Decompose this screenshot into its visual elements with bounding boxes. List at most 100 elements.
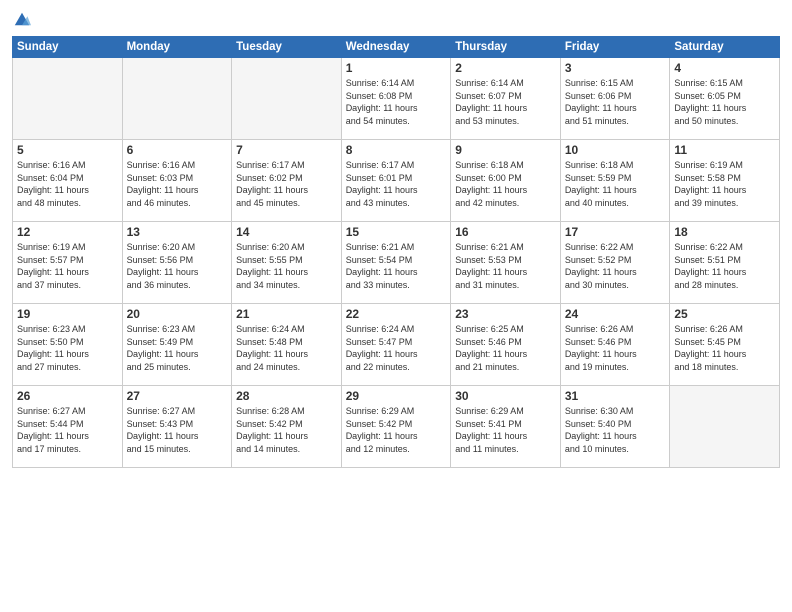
day-number: 30 bbox=[455, 389, 556, 403]
day-number: 7 bbox=[236, 143, 337, 157]
day-info: Sunrise: 6:27 AM Sunset: 5:44 PM Dayligh… bbox=[17, 405, 118, 455]
day-info: Sunrise: 6:20 AM Sunset: 5:56 PM Dayligh… bbox=[127, 241, 228, 291]
day-number: 2 bbox=[455, 61, 556, 75]
day-info: Sunrise: 6:26 AM Sunset: 5:45 PM Dayligh… bbox=[674, 323, 775, 373]
day-cell: 12 Sunrise: 6:19 AM Sunset: 5:57 PM Dayli… bbox=[13, 222, 123, 304]
day-cell: 8 Sunrise: 6:17 AM Sunset: 6:01 PM Daylig… bbox=[341, 140, 451, 222]
day-cell: 3Sunrise: 6:15 AM Sunset: 6:06 PM Daylig… bbox=[560, 58, 670, 140]
day-cell: 13 Sunrise: 6:20 AM Sunset: 5:56 PM Dayli… bbox=[122, 222, 232, 304]
day-number: 12 bbox=[17, 225, 118, 239]
day-info: Sunrise: 6:21 AM Sunset: 5:53 PM Dayligh… bbox=[455, 241, 556, 291]
day-cell: 26 Sunrise: 6:27 AM Sunset: 5:44 PM Dayli… bbox=[13, 386, 123, 468]
day-info: Sunrise: 6:29 AM Sunset: 5:42 PM Dayligh… bbox=[346, 405, 447, 455]
day-number: 4 bbox=[674, 61, 775, 75]
day-cell: 10 Sunrise: 6:18 AM Sunset: 5:59 PM Dayli… bbox=[560, 140, 670, 222]
day-info: Sunrise: 6:29 AM Sunset: 5:41 PM Dayligh… bbox=[455, 405, 556, 455]
day-info: Sunrise: 6:23 AM Sunset: 5:49 PM Dayligh… bbox=[127, 323, 228, 373]
day-info: Sunrise: 6:30 AM Sunset: 5:40 PM Dayligh… bbox=[565, 405, 666, 455]
week-row-5: 26 Sunrise: 6:27 AM Sunset: 5:44 PM Dayli… bbox=[13, 386, 780, 468]
day-number: 17 bbox=[565, 225, 666, 239]
day-cell: 31Sunrise: 6:30 AM Sunset: 5:40 PM Dayli… bbox=[560, 386, 670, 468]
day-number: 1 bbox=[346, 61, 447, 75]
day-cell: 9 Sunrise: 6:18 AM Sunset: 6:00 PM Daylig… bbox=[451, 140, 561, 222]
day-number: 21 bbox=[236, 307, 337, 321]
day-info: Sunrise: 6:23 AM Sunset: 5:50 PM Dayligh… bbox=[17, 323, 118, 373]
week-row-3: 12 Sunrise: 6:19 AM Sunset: 5:57 PM Dayli… bbox=[13, 222, 780, 304]
day-number: 15 bbox=[346, 225, 447, 239]
day-number: 6 bbox=[127, 143, 228, 157]
day-number: 24 bbox=[565, 307, 666, 321]
day-info: Sunrise: 6:22 AM Sunset: 5:51 PM Dayligh… bbox=[674, 241, 775, 291]
day-cell bbox=[232, 58, 342, 140]
day-number: 25 bbox=[674, 307, 775, 321]
day-info: Sunrise: 6:25 AM Sunset: 5:46 PM Dayligh… bbox=[455, 323, 556, 373]
day-info: Sunrise: 6:27 AM Sunset: 5:43 PM Dayligh… bbox=[127, 405, 228, 455]
week-row-1: 1 Sunrise: 6:14 AM Sunset: 6:08 PM Daylig… bbox=[13, 58, 780, 140]
day-number: 5 bbox=[17, 143, 118, 157]
day-cell: 2 Sunrise: 6:14 AM Sunset: 6:07 PM Daylig… bbox=[451, 58, 561, 140]
weekday-header-tuesday: Tuesday bbox=[232, 37, 342, 58]
day-cell: 29Sunrise: 6:29 AM Sunset: 5:42 PM Dayli… bbox=[341, 386, 451, 468]
weekday-header-sunday: Sunday bbox=[13, 37, 123, 58]
day-info: Sunrise: 6:18 AM Sunset: 5:59 PM Dayligh… bbox=[565, 159, 666, 209]
day-info: Sunrise: 6:21 AM Sunset: 5:54 PM Dayligh… bbox=[346, 241, 447, 291]
day-cell: 17 Sunrise: 6:22 AM Sunset: 5:52 PM Dayli… bbox=[560, 222, 670, 304]
day-info: Sunrise: 6:17 AM Sunset: 6:01 PM Dayligh… bbox=[346, 159, 447, 209]
day-number: 23 bbox=[455, 307, 556, 321]
day-cell: 5 Sunrise: 6:16 AM Sunset: 6:04 PM Daylig… bbox=[13, 140, 123, 222]
day-number: 22 bbox=[346, 307, 447, 321]
day-cell: 4Sunrise: 6:15 AM Sunset: 6:05 PM Daylig… bbox=[670, 58, 780, 140]
weekday-header-wednesday: Wednesday bbox=[341, 37, 451, 58]
day-cell: 19 Sunrise: 6:23 AM Sunset: 5:50 PM Dayli… bbox=[13, 304, 123, 386]
day-number: 9 bbox=[455, 143, 556, 157]
day-cell: 30 Sunrise: 6:29 AM Sunset: 5:41 PM Dayli… bbox=[451, 386, 561, 468]
weekday-header-monday: Monday bbox=[122, 37, 232, 58]
day-number: 10 bbox=[565, 143, 666, 157]
day-number: 19 bbox=[17, 307, 118, 321]
day-cell: 28Sunrise: 6:28 AM Sunset: 5:42 PM Dayli… bbox=[232, 386, 342, 468]
day-info: Sunrise: 6:24 AM Sunset: 5:47 PM Dayligh… bbox=[346, 323, 447, 373]
day-info: Sunrise: 6:26 AM Sunset: 5:46 PM Dayligh… bbox=[565, 323, 666, 373]
day-number: 3 bbox=[565, 61, 666, 75]
weekday-header-thursday: Thursday bbox=[451, 37, 561, 58]
day-info: Sunrise: 6:22 AM Sunset: 5:52 PM Dayligh… bbox=[565, 241, 666, 291]
weekday-header-friday: Friday bbox=[560, 37, 670, 58]
logo bbox=[12, 10, 31, 28]
week-row-2: 5 Sunrise: 6:16 AM Sunset: 6:04 PM Daylig… bbox=[13, 140, 780, 222]
day-number: 16 bbox=[455, 225, 556, 239]
day-info: Sunrise: 6:18 AM Sunset: 6:00 PM Dayligh… bbox=[455, 159, 556, 209]
day-cell: 20Sunrise: 6:23 AM Sunset: 5:49 PM Dayli… bbox=[122, 304, 232, 386]
day-number: 27 bbox=[127, 389, 228, 403]
day-info: Sunrise: 6:16 AM Sunset: 6:04 PM Dayligh… bbox=[17, 159, 118, 209]
day-number: 26 bbox=[17, 389, 118, 403]
day-info: Sunrise: 6:20 AM Sunset: 5:55 PM Dayligh… bbox=[236, 241, 337, 291]
day-cell: 22 Sunrise: 6:24 AM Sunset: 5:47 PM Dayli… bbox=[341, 304, 451, 386]
day-info: Sunrise: 6:19 AM Sunset: 5:58 PM Dayligh… bbox=[674, 159, 775, 209]
day-number: 8 bbox=[346, 143, 447, 157]
day-number: 18 bbox=[674, 225, 775, 239]
day-cell: 24 Sunrise: 6:26 AM Sunset: 5:46 PM Dayli… bbox=[560, 304, 670, 386]
day-cell: 14Sunrise: 6:20 AM Sunset: 5:55 PM Dayli… bbox=[232, 222, 342, 304]
day-info: Sunrise: 6:24 AM Sunset: 5:48 PM Dayligh… bbox=[236, 323, 337, 373]
day-cell: 16 Sunrise: 6:21 AM Sunset: 5:53 PM Dayli… bbox=[451, 222, 561, 304]
day-cell: 6 Sunrise: 6:16 AM Sunset: 6:03 PM Daylig… bbox=[122, 140, 232, 222]
week-row-4: 19 Sunrise: 6:23 AM Sunset: 5:50 PM Dayli… bbox=[13, 304, 780, 386]
header bbox=[12, 10, 780, 28]
day-cell: 21 Sunrise: 6:24 AM Sunset: 5:48 PM Dayli… bbox=[232, 304, 342, 386]
day-info: Sunrise: 6:17 AM Sunset: 6:02 PM Dayligh… bbox=[236, 159, 337, 209]
day-cell: 11Sunrise: 6:19 AM Sunset: 5:58 PM Dayli… bbox=[670, 140, 780, 222]
day-info: Sunrise: 6:14 AM Sunset: 6:07 PM Dayligh… bbox=[455, 77, 556, 127]
day-info: Sunrise: 6:16 AM Sunset: 6:03 PM Dayligh… bbox=[127, 159, 228, 209]
day-info: Sunrise: 6:19 AM Sunset: 5:57 PM Dayligh… bbox=[17, 241, 118, 291]
day-cell bbox=[13, 58, 123, 140]
day-cell: 23 Sunrise: 6:25 AM Sunset: 5:46 PM Dayli… bbox=[451, 304, 561, 386]
day-cell bbox=[122, 58, 232, 140]
day-info: Sunrise: 6:28 AM Sunset: 5:42 PM Dayligh… bbox=[236, 405, 337, 455]
day-cell: 1 Sunrise: 6:14 AM Sunset: 6:08 PM Daylig… bbox=[341, 58, 451, 140]
day-info: Sunrise: 6:14 AM Sunset: 6:08 PM Dayligh… bbox=[346, 77, 447, 127]
day-cell: 7 Sunrise: 6:17 AM Sunset: 6:02 PM Daylig… bbox=[232, 140, 342, 222]
day-cell: 18 Sunrise: 6:22 AM Sunset: 5:51 PM Dayli… bbox=[670, 222, 780, 304]
day-number: 13 bbox=[127, 225, 228, 239]
weekday-header-row: SundayMondayTuesdayWednesdayThursdayFrid… bbox=[13, 37, 780, 58]
calendar-table: SundayMondayTuesdayWednesdayThursdayFrid… bbox=[12, 36, 780, 468]
